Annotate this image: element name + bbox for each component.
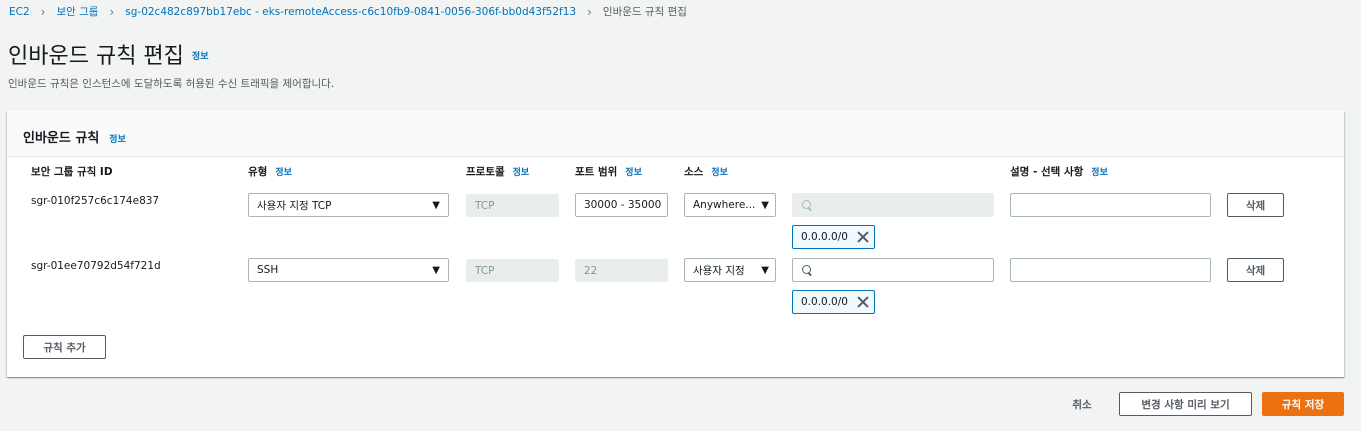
breadcrumb-security-groups[interactable]: 보안 그룹 [56,4,98,19]
column-header-protocol: 프로토콜 정보 [466,164,529,179]
close-icon[interactable] [856,230,870,244]
rule-id: sgr-010f257c6c174e837 [31,195,160,207]
type-info-link[interactable]: 정보 [275,168,292,178]
description-input[interactable] [1010,258,1211,282]
port-range-field: 22 [575,259,668,282]
save-rules-button[interactable]: 규칙 저장 [1262,392,1344,416]
panel-title-text: 인바운드 규칙 [23,131,100,146]
column-header-source: 소스 정보 [684,164,728,179]
breadcrumb-current: 인바운드 규칙 편집 [602,6,687,18]
close-icon[interactable] [856,295,870,309]
search-icon [802,265,812,275]
delete-button[interactable]: 삭제 [1227,258,1284,282]
chevron-right-icon: › [587,4,592,19]
delete-button[interactable]: 삭제 [1227,193,1284,217]
breadcrumb-security-group[interactable]: sg-02c482c897bb17ebc - eks-remoteAccess-… [125,6,576,18]
chevron-right-icon: › [109,4,115,19]
cancel-button[interactable]: 취소 [1060,392,1104,416]
caret-down-icon: ▼ [761,264,769,276]
column-header-protocol-label: 프로토콜 [466,166,505,178]
caret-down-icon: ▼ [432,264,440,276]
add-rule-button[interactable]: 규칙 추가 [23,335,106,359]
cidr-token-label: 0.0.0.0/0 [801,296,848,308]
caret-down-icon: ▼ [761,199,769,211]
protocol-field: TCP [466,259,559,282]
inbound-rules-panel: 인바운드 규칙 정보 [7,111,1344,377]
port-range-input[interactable]: 30000 - 35000 [575,193,668,217]
search-icon [802,200,812,210]
cidr-search-input [792,193,994,217]
column-header-description-label: 설명 - 선택 사항 [1010,166,1084,178]
rule-id: sgr-01ee70792d54f721d [31,260,161,272]
breadcrumb: EC2 › 보안 그룹 › sg-02c482c897bb17ebc - eks… [9,4,687,19]
protocol-info-link[interactable]: 정보 [513,168,530,178]
column-header-port-range: 포트 범위 정보 [575,164,642,179]
description-info-link[interactable]: 정보 [1091,168,1108,178]
column-header-port-range-label: 포트 범위 [575,166,618,178]
protocol-field: TCP [466,194,559,217]
cidr-token: 0.0.0.0/0 [792,225,875,249]
column-header-description: 설명 - 선택 사항 정보 [1010,164,1108,179]
source-select-value: 사용자 지정 [693,264,745,277]
type-select-value: SSH [257,264,279,276]
type-select[interactable]: SSH ▼ [248,258,449,282]
cidr-search-input[interactable] [792,258,994,282]
column-header-source-label: 소스 [684,166,704,178]
column-header-rule-id: 보안 그룹 규칙 ID [31,164,113,179]
column-header-type-label: 유형 [248,166,268,178]
source-select[interactable]: Anywhere... ▼ [684,193,776,217]
source-select-value: Anywhere... [693,199,756,211]
page-info-link[interactable]: 정보 [192,52,209,62]
source-info-link[interactable]: 정보 [711,168,728,178]
page-description: 인바운드 규칙은 인스턴스에 도달하도록 허용된 수신 트래픽을 제어합니다. [8,78,335,90]
preview-changes-button[interactable]: 변경 사항 미리 보기 [1119,392,1252,416]
source-select[interactable]: 사용자 지정 ▼ [684,258,776,282]
page-title-text: 인바운드 규칙 편집 [8,44,184,69]
description-input[interactable] [1010,193,1211,217]
column-header-rule-id-label: 보안 그룹 규칙 ID [31,166,113,178]
breadcrumb-ec2[interactable]: EC2 [9,6,30,18]
port-range-info-link[interactable]: 정보 [625,168,642,178]
panel-title: 인바운드 규칙 정보 [23,127,126,146]
panel-header: 인바운드 규칙 정보 [7,111,1344,157]
type-select-value: 사용자 지정 TCP [257,199,332,212]
type-select[interactable]: 사용자 지정 TCP ▼ [248,193,449,217]
panel-info-link[interactable]: 정보 [109,135,126,145]
chevron-right-icon: › [40,4,46,19]
page-title: 인바운드 규칙 편집 정보 [8,38,208,70]
cidr-token: 0.0.0.0/0 [792,290,875,314]
column-header-type: 유형 정보 [248,164,292,179]
caret-down-icon: ▼ [432,199,440,211]
cidr-token-label: 0.0.0.0/0 [801,231,848,243]
